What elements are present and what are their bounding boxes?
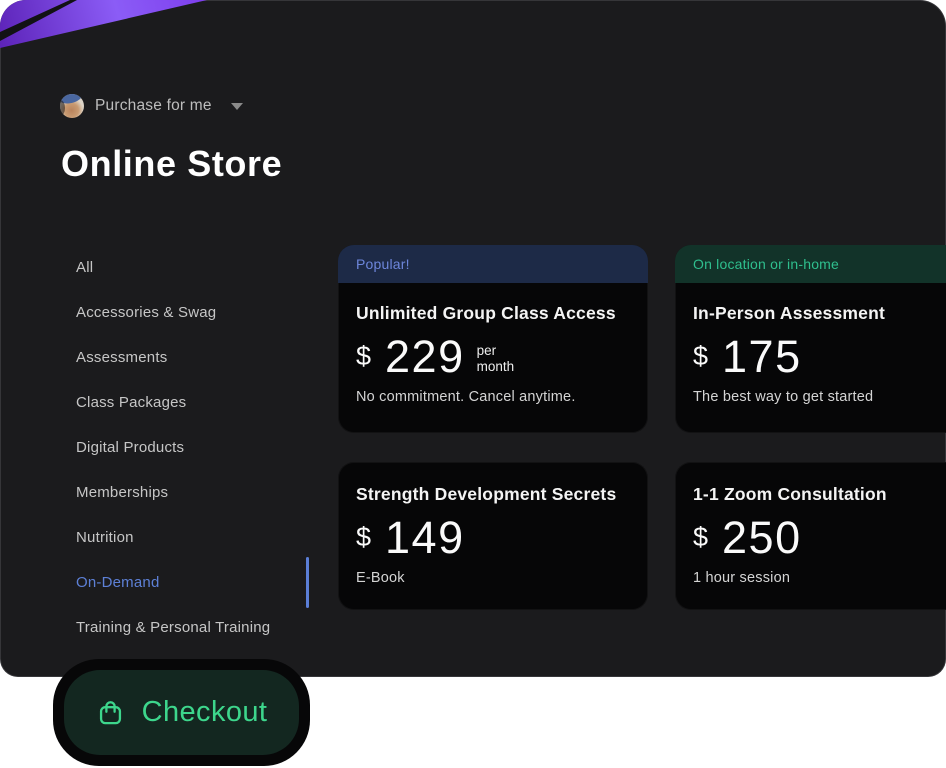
popular-badge: Popular! xyxy=(338,245,648,283)
checkout-button[interactable]: Checkout xyxy=(64,670,299,755)
avatar xyxy=(60,94,84,118)
product-subtitle: 1 hour session xyxy=(693,569,791,586)
price-amount: 175 xyxy=(722,331,802,382)
category-sidebar: All Accessories & Swag Assessments Class… xyxy=(76,245,306,650)
product-subtitle: E-Book xyxy=(356,569,405,586)
price-period: per month xyxy=(476,342,515,374)
purple-swoosh-decoration xyxy=(0,0,207,48)
product-card-unlimited-group-class-access[interactable]: Popular! Unlimited Group Class Access $ … xyxy=(338,245,648,433)
price-row: $ 250 xyxy=(693,515,946,561)
product-subtitle: No commitment. Cancel anytime. xyxy=(356,388,576,405)
chevron-down-icon xyxy=(230,102,243,110)
checkout-label: Checkout xyxy=(141,696,268,728)
product-title: In-Person Assessment xyxy=(693,303,886,323)
page-title: Online Store xyxy=(61,143,283,184)
price-row: $ 149 xyxy=(356,515,630,561)
product-card-in-person-assessment[interactable]: On location or in-home In-Person Assessm… xyxy=(675,245,946,433)
sidebar-item-on-demand[interactable]: On-Demand xyxy=(76,560,306,605)
currency-symbol: $ xyxy=(356,341,372,372)
sidebar-item-training-personal-training[interactable]: Training & Personal Training xyxy=(76,605,306,650)
price-amount: 250 xyxy=(722,512,802,563)
purchase-for-label: Purchase for me xyxy=(95,97,212,114)
checkout-button-outline: Checkout xyxy=(53,659,310,766)
sidebar-item-class-packages[interactable]: Class Packages xyxy=(76,380,306,425)
sidebar-item-digital-products[interactable]: Digital Products xyxy=(76,425,306,470)
online-store-panel: Purchase for me Online Store All Accesso… xyxy=(0,0,946,677)
product-card-zoom-consultation[interactable]: 1-1 Zoom Consultation $ 250 1 hour sessi… xyxy=(675,462,946,610)
sidebar-item-all[interactable]: All xyxy=(76,245,306,290)
price-row: $ 229 per month xyxy=(356,334,630,380)
price-amount: 229 xyxy=(385,331,465,382)
purchase-for-dropdown[interactable]: Purchase for me xyxy=(60,94,243,118)
on-location-badge: On location or in-home xyxy=(675,245,946,283)
product-title: Unlimited Group Class Access xyxy=(356,303,616,323)
price-amount: 149 xyxy=(385,512,465,563)
currency-symbol: $ xyxy=(693,522,709,553)
product-title: Strength Development Secrets xyxy=(356,484,617,504)
sidebar-item-assessments[interactable]: Assessments xyxy=(76,335,306,380)
screenshot-root: { "header": { "purchase_for_label": "Pur… xyxy=(0,0,946,768)
currency-symbol: $ xyxy=(693,341,709,372)
sidebar-item-accessories-swag[interactable]: Accessories & Swag xyxy=(76,290,306,335)
shopping-bag-icon xyxy=(99,701,121,725)
active-category-indicator xyxy=(306,557,309,608)
product-title: 1-1 Zoom Consultation xyxy=(693,484,887,504)
sidebar-item-nutrition[interactable]: Nutrition xyxy=(76,515,306,560)
currency-symbol: $ xyxy=(356,522,372,553)
sidebar-item-memberships[interactable]: Memberships xyxy=(76,470,306,515)
product-subtitle: The best way to get started xyxy=(693,388,874,405)
product-card-strength-development-secrets[interactable]: Strength Development Secrets $ 149 E-Boo… xyxy=(338,462,648,610)
price-row: $ 175 xyxy=(693,334,946,380)
